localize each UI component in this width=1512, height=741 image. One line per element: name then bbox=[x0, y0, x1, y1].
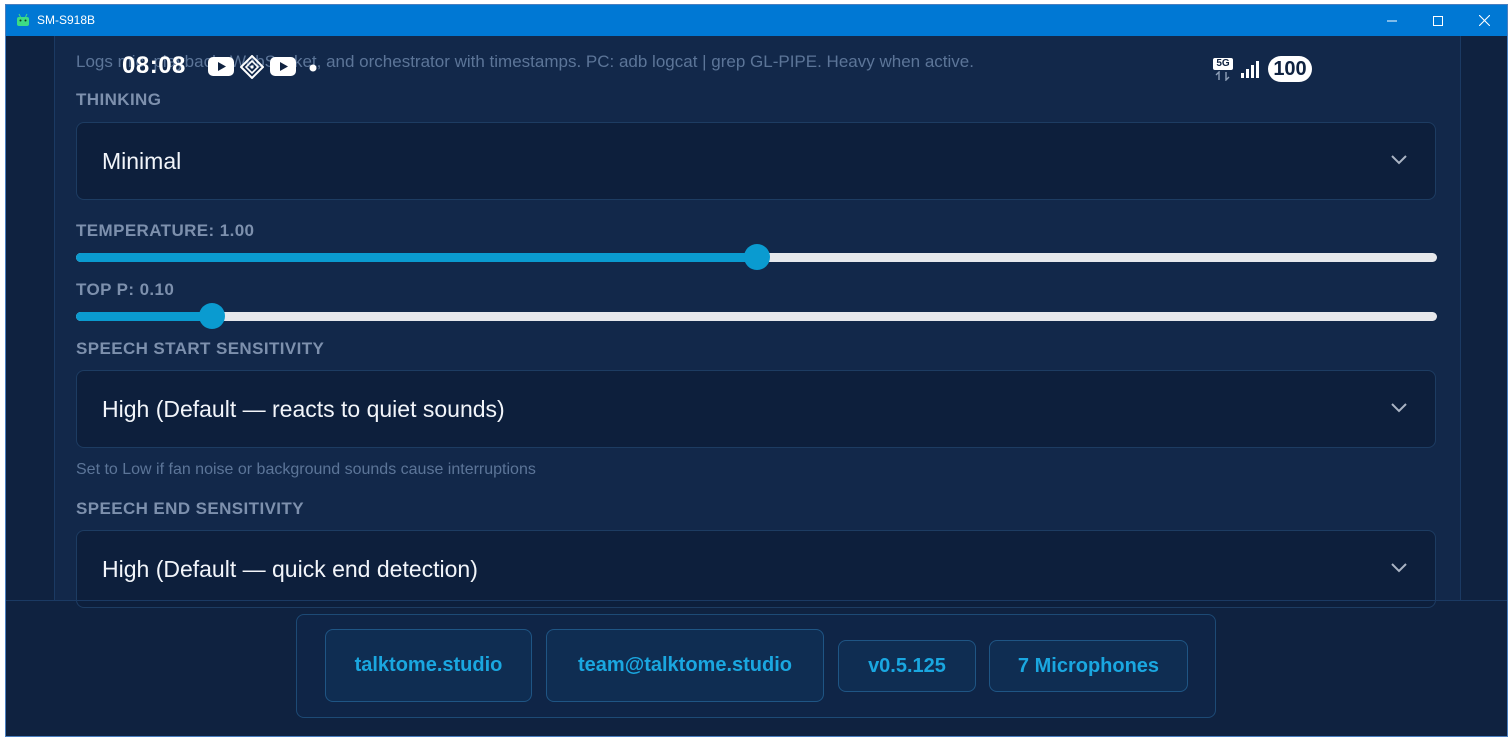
footer-divider bbox=[6, 600, 1507, 601]
chevron-down-icon bbox=[1391, 403, 1407, 413]
window-title: SM-S918B bbox=[37, 13, 96, 27]
top-p-label: TOP P: 0.10 bbox=[76, 280, 175, 299]
temperature-slider-thumb[interactable] bbox=[743, 244, 770, 270]
close-icon bbox=[1478, 15, 1490, 26]
chevron-down-icon bbox=[1391, 155, 1407, 165]
status-clock: 08:08 bbox=[122, 52, 186, 79]
maximize-button[interactable] bbox=[1415, 5, 1461, 36]
speech-start-sensitivity-label: SPEECH START SENSITIVITY bbox=[76, 339, 325, 358]
close-button[interactable] bbox=[1461, 5, 1507, 36]
temperature-label: TEMPERATURE: 1.00 bbox=[76, 221, 255, 240]
android-app-icon bbox=[17, 13, 29, 26]
battery-icon: 100 bbox=[1268, 56, 1312, 82]
speech-end-sensitivity-select[interactable]: High (Default — quick end detection) bbox=[76, 530, 1436, 608]
top-p-slider[interactable] bbox=[76, 302, 1437, 330]
youtube-icon bbox=[208, 57, 234, 76]
top-p-slider-thumb[interactable] bbox=[199, 303, 226, 329]
version-badge[interactable]: v0.5.125 bbox=[838, 640, 976, 692]
speech-start-sensitivity-hint: Set to Low if fan noise or background so… bbox=[76, 461, 536, 478]
email-link[interactable]: team@talktome.studio bbox=[546, 629, 824, 702]
device-screen: Logs mic, playback, WebSocket, and orche… bbox=[6, 36, 1507, 736]
speech-end-sensitivity-value: High (Default — quick end detection) bbox=[102, 556, 478, 582]
temperature-slider-fill bbox=[76, 253, 757, 262]
top-p-slider-fill bbox=[76, 312, 213, 321]
website-link[interactable]: talktome.studio bbox=[325, 629, 532, 702]
network-type: 5G bbox=[1213, 58, 1233, 70]
speech-end-sensitivity-label: SPEECH END SENSITIVITY bbox=[76, 499, 304, 518]
speech-start-sensitivity-value: High (Default — reacts to quiet sounds) bbox=[102, 396, 505, 422]
temperature-slider[interactable] bbox=[76, 243, 1437, 271]
maximize-icon bbox=[1433, 15, 1443, 26]
chevron-down-icon bbox=[1391, 563, 1407, 573]
youtube-icon bbox=[270, 57, 296, 76]
android-status-bar: 08:08 5G 100 bbox=[122, 51, 1422, 82]
thinking-select-value: Minimal bbox=[102, 148, 182, 174]
speech-start-sensitivity-select[interactable]: High (Default — reacts to quiet sounds) bbox=[76, 370, 1436, 448]
top-p-slider-track bbox=[76, 312, 1437, 321]
footer-bar: talktome.studio team@talktome.studio v0.… bbox=[296, 614, 1216, 718]
minimize-icon bbox=[1387, 20, 1397, 21]
microphones-badge[interactable]: 7 Microphones bbox=[989, 640, 1188, 692]
5g-icon: 5G bbox=[1213, 58, 1235, 82]
settings-panel: Logs mic, playback, WebSocket, and orche… bbox=[54, 36, 1461, 608]
title-bar: SM-S918B bbox=[6, 5, 1507, 36]
minimize-button[interactable] bbox=[1369, 5, 1415, 36]
emulator-window: SM-S918B Logs mic, playback, WebSocket, … bbox=[5, 4, 1508, 737]
diamond-app-icon bbox=[240, 55, 264, 79]
signal-icon bbox=[1241, 61, 1259, 78]
dot-icon bbox=[309, 64, 317, 72]
thinking-select[interactable]: Minimal bbox=[76, 122, 1436, 200]
thinking-label: THINKING bbox=[76, 90, 162, 109]
